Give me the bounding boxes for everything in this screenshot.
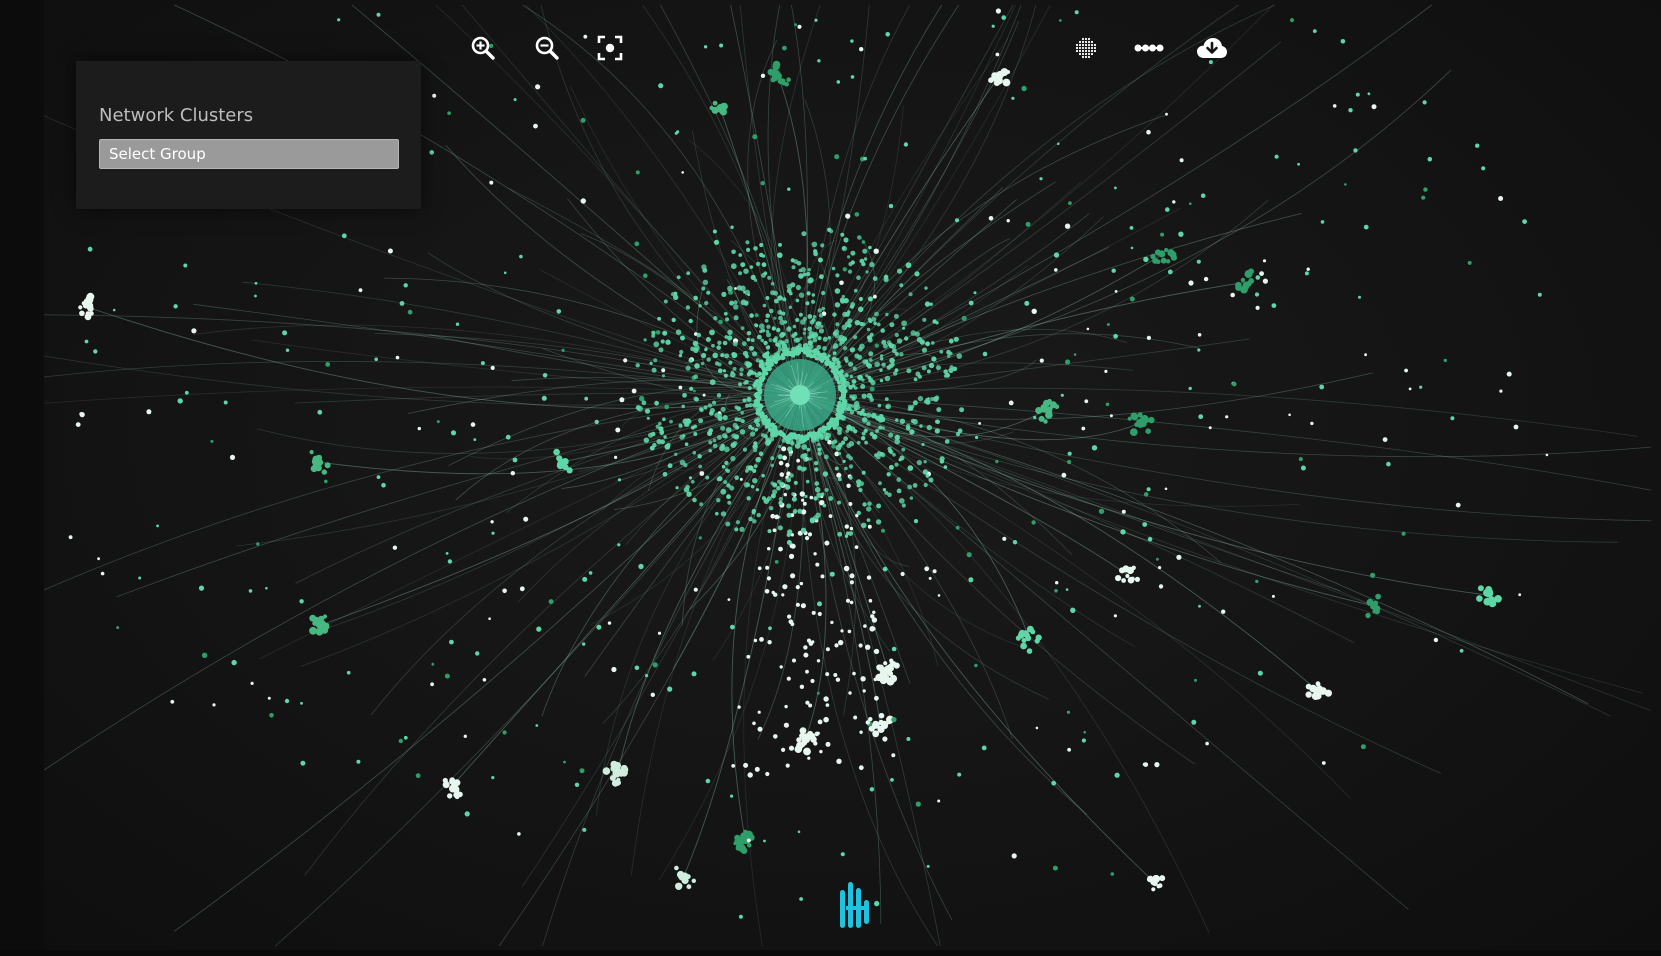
fit-view-button[interactable] — [592, 30, 628, 66]
group-select[interactable]: Select Group — [99, 139, 399, 169]
zoom-out-icon — [535, 36, 559, 60]
bottom-edge — [0, 950, 1661, 956]
zoom-in-icon — [471, 36, 495, 60]
layout-button[interactable] — [1068, 30, 1104, 66]
left-edge — [0, 0, 44, 956]
link-dots-icon — [1134, 44, 1164, 52]
brand-logo-icon — [840, 882, 869, 928]
cloud-download-icon — [1197, 38, 1227, 58]
zoom-in-button[interactable] — [465, 30, 501, 66]
cluster-panel: Network Clusters Select Group — [76, 61, 421, 209]
fit-view-icon — [597, 35, 623, 61]
zoom-out-button[interactable] — [529, 30, 565, 66]
dot-grid-icon — [1075, 37, 1097, 59]
download-button[interactable] — [1194, 30, 1230, 66]
network-graph-app: Network Clusters Select Group — [0, 0, 1661, 956]
edges-toggle-button[interactable] — [1131, 30, 1167, 66]
panel-title: Network Clusters — [99, 105, 254, 126]
